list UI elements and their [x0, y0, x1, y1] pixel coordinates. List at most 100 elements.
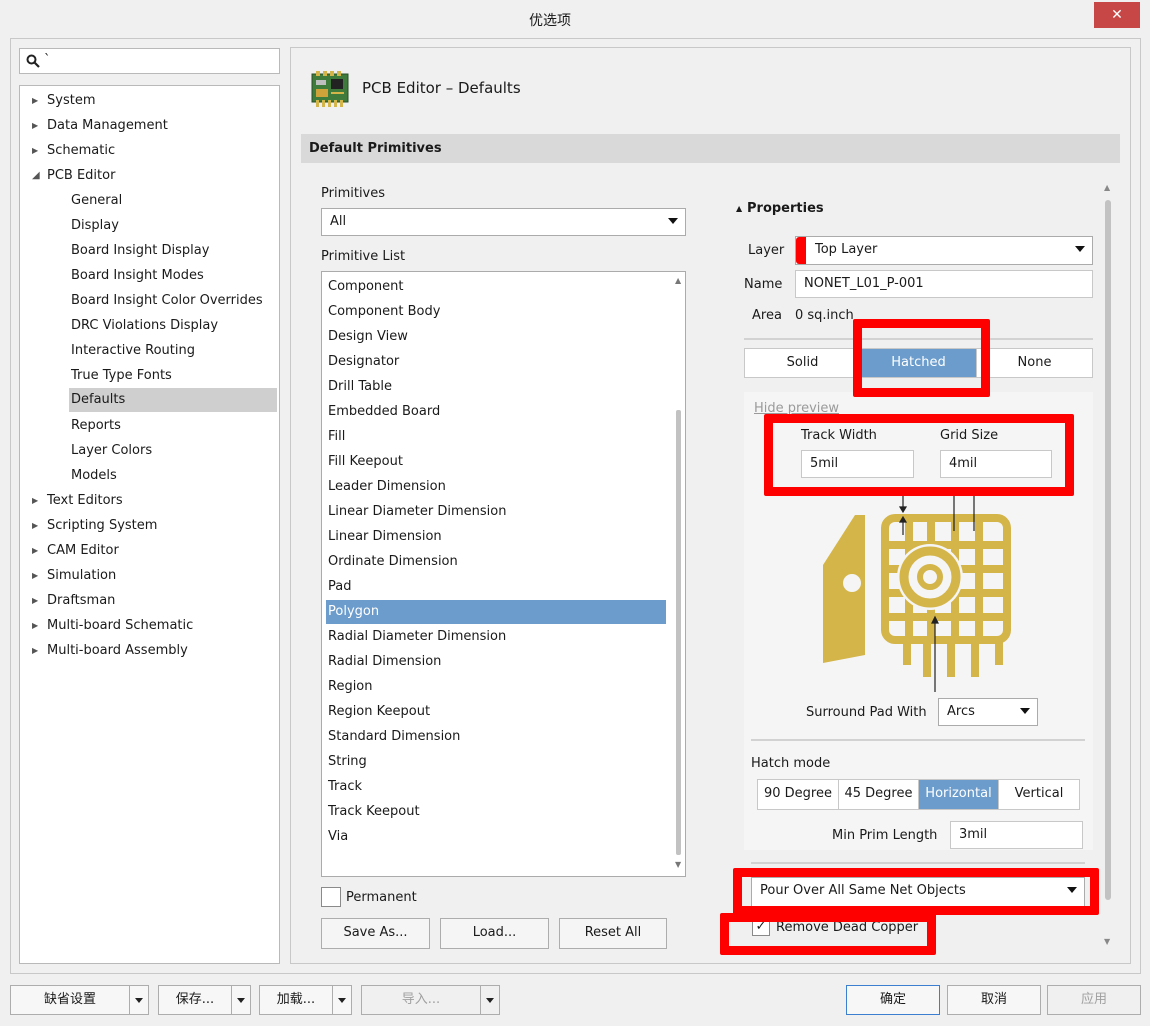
surround-pad-dropdown[interactable]: Arcs	[938, 698, 1038, 726]
list-item[interactable]: Track	[326, 775, 666, 799]
name-field[interactable]: NONET_L01_P-001	[795, 270, 1093, 298]
scroll-up-icon[interactable]: ▲	[1104, 183, 1110, 192]
expand-arrow-icon[interactable]: ▶	[32, 615, 38, 637]
expand-arrow-icon[interactable]: ▶	[32, 515, 38, 537]
primitives-filter-dropdown[interactable]: All	[321, 208, 686, 236]
list-item[interactable]: Designator	[326, 350, 666, 374]
expand-arrow-icon[interactable]: ▶	[32, 540, 38, 562]
collapse-arrow-icon[interactable]: ◢	[32, 165, 40, 187]
list-item[interactable]: Drill Table	[326, 375, 666, 399]
list-item[interactable]: Embedded Board	[326, 400, 666, 424]
list-item[interactable]: Track Keepout	[326, 800, 666, 824]
min-prim-length-field[interactable]: 3mil	[950, 821, 1083, 849]
tree-item-simulation[interactable]: ▶ Simulation	[20, 565, 279, 587]
load-dropdown[interactable]	[332, 985, 352, 1015]
tree-item-text-editors[interactable]: ▶ Text Editors	[20, 490, 279, 512]
tree-item-board-insight-modes[interactable]: Board Insight Modes	[69, 265, 277, 287]
list-item[interactable]: Region	[326, 675, 666, 699]
list-item[interactable]: Fill Keepout	[326, 450, 666, 474]
tree-item-pcb-editor[interactable]: ◢ PCB Editor	[20, 165, 279, 187]
permanent-checkbox[interactable]	[321, 887, 341, 907]
primitive-list[interactable]: Component Component Body Design View Des…	[321, 271, 686, 877]
tree-item-layer-colors[interactable]: Layer Colors	[69, 440, 277, 462]
defaults-dropdown[interactable]	[129, 985, 149, 1015]
expand-arrow-icon[interactable]: ▶	[32, 590, 38, 612]
list-item[interactable]: Via	[326, 825, 666, 849]
ok-button[interactable]: 确定	[846, 985, 940, 1015]
tree-item-multi-board-assembly[interactable]: ▶ Multi-board Assembly	[20, 640, 279, 662]
tree-item-system[interactable]: ▶ System	[20, 90, 279, 112]
list-item[interactable]: Design View	[326, 325, 666, 349]
expand-arrow-icon[interactable]: ▶	[32, 565, 38, 587]
list-item[interactable]: Pad	[326, 575, 666, 599]
tree-item-display[interactable]: Display	[69, 215, 277, 237]
list-item[interactable]: Linear Diameter Dimension	[326, 500, 666, 524]
chevron-down-icon	[135, 998, 143, 1003]
tree-item-board-insight-color-overrides[interactable]: Board Insight Color Overrides	[69, 290, 277, 312]
scroll-down-icon[interactable]: ▼	[1104, 937, 1110, 946]
tree-item-board-insight-display[interactable]: Board Insight Display	[69, 240, 277, 262]
search-input[interactable]: `	[19, 48, 280, 74]
list-item[interactable]: Component Body	[326, 300, 666, 324]
tree-item-interactive-routing[interactable]: Interactive Routing	[69, 340, 277, 362]
list-item[interactable]: String	[326, 750, 666, 774]
hatch-mode-90-degree[interactable]: 90 Degree	[757, 779, 839, 810]
list-item[interactable]: Linear Dimension	[326, 525, 666, 549]
close-button[interactable]: ✕	[1094, 2, 1140, 28]
tree-item-models[interactable]: Models	[69, 465, 277, 487]
save-button[interactable]: 保存...	[158, 985, 232, 1015]
tree-item-reports[interactable]: Reports	[69, 415, 277, 437]
scrollbar-thumb[interactable]	[1105, 200, 1111, 900]
save-dropdown[interactable]	[231, 985, 251, 1015]
defaults-button[interactable]: 缺省设置	[10, 985, 130, 1015]
import-button[interactable]: 导入...	[361, 985, 481, 1015]
list-item[interactable]: Radial Dimension	[326, 650, 666, 674]
fill-mode-solid[interactable]: Solid	[744, 348, 861, 378]
tree-item-drc-violations-display[interactable]: DRC Violations Display	[69, 315, 277, 337]
list-item[interactable]: Radial Diameter Dimension	[326, 625, 666, 649]
surround-pad-label: Surround Pad With	[806, 705, 927, 720]
expand-arrow-icon[interactable]: ▶	[32, 640, 38, 662]
list-item[interactable]: Standard Dimension	[326, 725, 666, 749]
list-item[interactable]: Ordinate Dimension	[326, 550, 666, 574]
expand-arrow-icon[interactable]: ▶	[32, 490, 38, 512]
layer-dropdown[interactable]: Top Layer	[795, 236, 1093, 265]
tree-item-data-management[interactable]: ▶ Data Management	[20, 115, 279, 137]
import-dropdown[interactable]	[480, 985, 500, 1015]
tree-item-defaults[interactable]: Defaults	[69, 388, 277, 412]
tree-item-true-type-fonts[interactable]: True Type Fonts	[69, 365, 277, 387]
reset-all-button[interactable]: Reset All	[559, 918, 667, 949]
scroll-down-icon[interactable]: ▼	[675, 860, 681, 869]
apply-button[interactable]: 应用	[1047, 985, 1141, 1015]
category-tree[interactable]: ▶ System ▶ Data Management ▶ Schematic ◢ PCB…	[19, 85, 280, 964]
tree-item-scripting-system[interactable]: ▶ Scripting System	[20, 515, 279, 537]
hatch-mode-horizontal[interactable]: Horizontal	[918, 779, 999, 810]
hatch-preview-graphic	[823, 492, 1011, 692]
cancel-button[interactable]: 取消	[947, 985, 1041, 1015]
list-item-selected[interactable]: Polygon	[326, 600, 666, 624]
tree-item-general[interactable]: General	[69, 190, 277, 212]
list-item[interactable]: Fill	[326, 425, 666, 449]
search-value: `	[44, 53, 51, 68]
hatch-mode-45-degree[interactable]: 45 Degree	[838, 779, 919, 810]
scrollbar-thumb[interactable]	[676, 410, 681, 855]
expand-arrow-icon[interactable]: ▶	[32, 115, 38, 137]
collapse-section-icon[interactable]: ▲	[736, 204, 742, 213]
tree-item-schematic[interactable]: ▶ Schematic	[20, 140, 279, 162]
expand-arrow-icon[interactable]: ▶	[32, 90, 38, 112]
tree-item-cam-editor[interactable]: ▶ CAM Editor	[20, 540, 279, 562]
fill-mode-none[interactable]: None	[976, 348, 1093, 378]
load-settings-button[interactable]: 加载...	[259, 985, 333, 1015]
list-item[interactable]: Component	[326, 275, 666, 299]
load-button[interactable]: Load...	[440, 918, 549, 949]
tree-item-draftsman[interactable]: ▶ Draftsman	[20, 590, 279, 612]
list-item[interactable]: Region Keepout	[326, 700, 666, 724]
scroll-up-icon[interactable]: ▲	[675, 276, 681, 285]
list-scrollbar[interactable]: ▲ ▼	[672, 272, 685, 876]
properties-scrollbar[interactable]: ▲ ▼	[1101, 183, 1115, 953]
tree-item-multi-board-schematic[interactable]: ▶ Multi-board Schematic	[20, 615, 279, 637]
save-as-button[interactable]: Save As...	[321, 918, 430, 949]
expand-arrow-icon[interactable]: ▶	[32, 140, 38, 162]
hatch-mode-vertical[interactable]: Vertical	[998, 779, 1080, 810]
list-item[interactable]: Leader Dimension	[326, 475, 666, 499]
